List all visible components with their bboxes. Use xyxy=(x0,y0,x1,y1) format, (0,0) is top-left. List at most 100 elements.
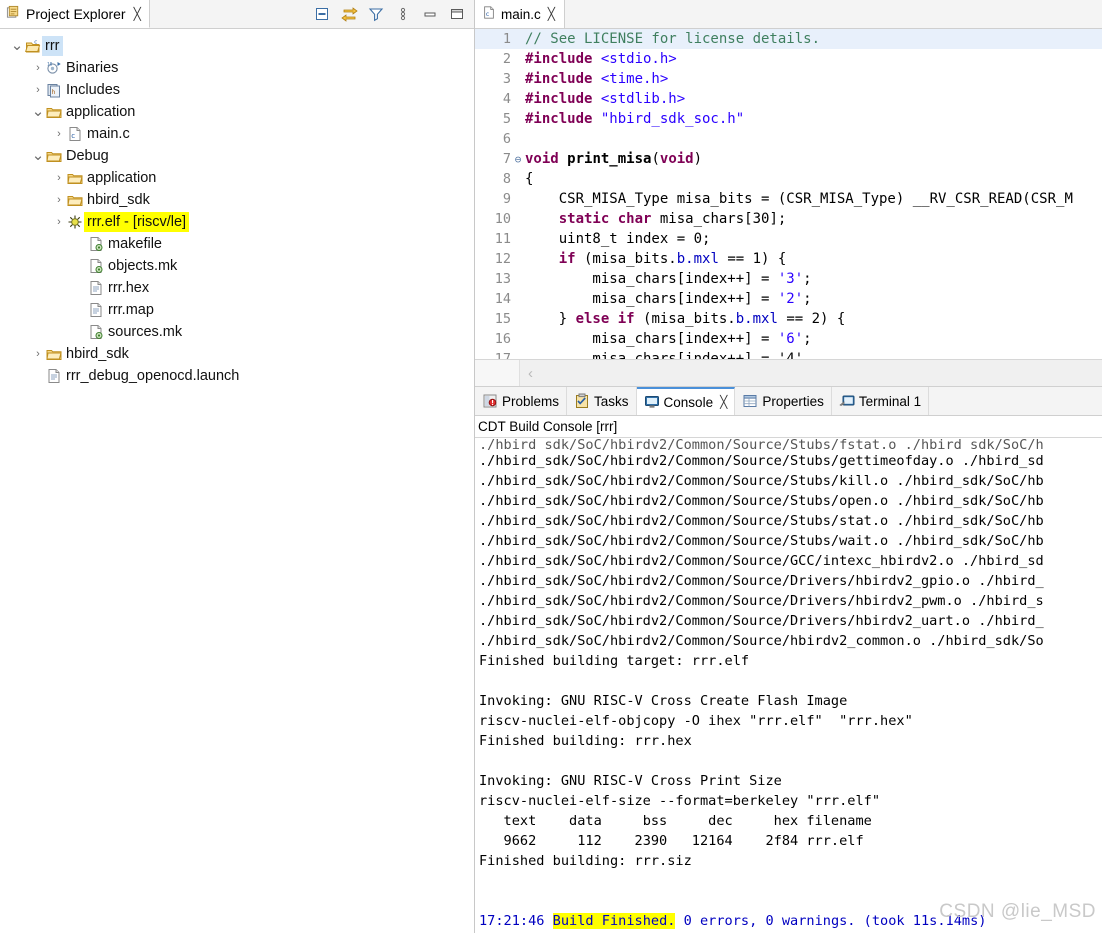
code-line[interactable]: 13 misa_chars[index++] = '3'; xyxy=(475,269,1102,289)
tree-item-application[interactable]: ⌄application xyxy=(0,101,474,123)
file-icon xyxy=(87,280,105,296)
code-text: if (misa_bits.b.mxl == 1) { xyxy=(523,249,786,269)
code-line[interactable]: 15 } else if (misa_bits.b.mxl == 2) { xyxy=(475,309,1102,329)
close-icon[interactable]: ╳ xyxy=(548,7,555,21)
tree-item-makefile[interactable]: makefile xyxy=(0,233,474,255)
scroll-corner xyxy=(475,360,520,386)
code-editor[interactable]: 1// See LICENSE for license details.2#in… xyxy=(475,29,1102,359)
view-menu-icon[interactable] xyxy=(394,5,412,23)
binaries-icon: 10 xyxy=(45,60,63,76)
tree-item-label: objects.mk xyxy=(105,256,180,276)
tree-item-debug[interactable]: ⌄Debug xyxy=(0,145,474,167)
code-line[interactable]: 5#include "hbird_sdk_soc.h" xyxy=(475,109,1102,129)
chevron-down-icon[interactable]: ⌄ xyxy=(10,41,24,51)
code-line[interactable]: 4 #include <stdlib.h> xyxy=(475,89,1102,109)
close-icon[interactable]: ╳ xyxy=(720,395,727,409)
link-with-editor-icon[interactable] xyxy=(340,5,358,23)
console-line: Invoking: GNU RISC-V Cross Create Flash … xyxy=(479,691,1102,711)
chevron-right-icon[interactable]: › xyxy=(52,128,66,140)
code-line[interactable]: 17 misa_chars[index++] = '4' xyxy=(475,349,1102,359)
code-line[interactable]: 11 uint8_t index = 0; xyxy=(475,229,1102,249)
tab-label: Tasks xyxy=(594,394,629,409)
tab-tasks[interactable]: Tasks xyxy=(567,387,637,415)
tree-item-rrr-debug-openocd-launch[interactable]: rrr_debug_openocd.launch xyxy=(0,365,474,387)
tab-problems[interactable]: Problems xyxy=(475,387,567,415)
build-console[interactable]: ./hbird_sdk/SoC/hbirdv2/Common/Source/St… xyxy=(475,438,1102,933)
console-line: Finished building: rrr.hex xyxy=(479,731,1102,751)
close-icon[interactable]: ╳ xyxy=(134,7,141,21)
makefile-icon xyxy=(87,324,105,340)
tree-item-rrr-elf-riscv-le[interactable]: ›rrr.elf - [riscv/le] xyxy=(0,211,474,233)
code-line[interactable]: 14 misa_chars[index++] = '2'; xyxy=(475,289,1102,309)
tree-item-rrr-hex[interactable]: rrr.hex xyxy=(0,277,474,299)
chevron-right-icon[interactable]: › xyxy=(52,194,66,206)
build-finished-line: 17:21:46 Build Finished. 0 errors, 0 war… xyxy=(479,911,1102,931)
tree-item-objects-mk[interactable]: objects.mk xyxy=(0,255,474,277)
tree-item-hbird-sdk[interactable]: ›hbird_sdk xyxy=(0,343,474,365)
tree-item-rrr[interactable]: ⌄crrr xyxy=(0,35,474,57)
code-text: CSR_MISA_Type misa_bits = (CSR_MISA_Type… xyxy=(523,189,1073,209)
minimize-icon[interactable] xyxy=(421,5,439,23)
code-line[interactable]: 2#include <stdio.h> xyxy=(475,49,1102,69)
terminal-icon xyxy=(839,393,855,409)
line-number: 17 xyxy=(475,349,513,359)
filter-icon[interactable] xyxy=(367,5,385,23)
folder-icon xyxy=(45,148,63,164)
c-project-icon: c xyxy=(24,38,42,54)
code-line[interactable]: 8{ xyxy=(475,169,1102,189)
tab-properties[interactable]: Properties xyxy=(735,387,832,415)
tree-item-label: rrr xyxy=(42,36,63,56)
tab-label: Properties xyxy=(762,394,824,409)
tree-item-label: makefile xyxy=(105,234,165,254)
code-text: static char misa_chars[30]; xyxy=(523,209,786,229)
tree-item-binaries[interactable]: ›10Binaries xyxy=(0,57,474,79)
code-text: misa_chars[index++] = '4' xyxy=(523,349,803,359)
line-number: 7 xyxy=(475,149,513,169)
chevron-left-icon[interactable]: ‹ xyxy=(520,365,533,382)
code-line[interactable]: 10 static char misa_chars[30]; xyxy=(475,209,1102,229)
console-line: riscv-nuclei-elf-objcopy -O ihex "rrr.el… xyxy=(479,711,1102,731)
code-text: #include <stdlib.h> xyxy=(523,89,685,109)
fold-collapse-icon[interactable]: ⊖ xyxy=(513,154,523,165)
tree-item-main-c[interactable]: ›cmain.c xyxy=(0,123,474,145)
line-number: 15 xyxy=(475,309,513,329)
tab-main-c[interactable]: c main.c ╳ xyxy=(475,0,565,28)
maximize-icon[interactable] xyxy=(448,5,466,23)
chevron-right-icon[interactable]: › xyxy=(52,172,66,184)
build-duration: (took 11s.14ms) xyxy=(856,913,987,929)
project-explorer-toolbar xyxy=(313,0,474,28)
code-line[interactable]: 1// See LICENSE for license details. xyxy=(475,29,1102,49)
tree-item-rrr-map[interactable]: rrr.map xyxy=(0,299,474,321)
code-line[interactable]: 12 if (misa_bits.b.mxl == 1) { xyxy=(475,249,1102,269)
code-line[interactable]: 16 misa_chars[index++] = '6'; xyxy=(475,329,1102,349)
tree-item-hbird-sdk[interactable]: ›hbird_sdk xyxy=(0,189,474,211)
console-line xyxy=(479,671,1102,691)
tree-item-includes[interactable]: ›hIncludes xyxy=(0,79,474,101)
line-number: 11 xyxy=(475,229,513,249)
chevron-right-icon[interactable]: › xyxy=(31,84,45,96)
tab-console[interactable]: Console╳ xyxy=(637,387,736,415)
tab-project-explorer[interactable]: Project Explorer ╳ xyxy=(0,0,150,28)
tree-item-label: Binaries xyxy=(63,58,121,78)
chevron-right-icon[interactable]: › xyxy=(52,216,66,228)
collapse-all-icon[interactable] xyxy=(313,5,331,23)
chevron-right-icon[interactable]: › xyxy=(31,348,45,360)
tree-item-application[interactable]: ›application xyxy=(0,167,474,189)
project-explorer-icon xyxy=(6,5,21,23)
chevron-down-icon[interactable]: ⌄ xyxy=(31,151,45,161)
chevron-right-icon[interactable]: › xyxy=(31,62,45,74)
code-line[interactable]: 9 CSR_MISA_Type misa_bits = (CSR_MISA_Ty… xyxy=(475,189,1102,209)
line-number: 4 xyxy=(475,89,513,109)
tree-item-sources-mk[interactable]: sources.mk xyxy=(0,321,474,343)
code-line[interactable]: 7⊖void print_misa(void) xyxy=(475,149,1102,169)
bottom-panel-tabbar[interactable]: Problems Tasks Console╳ Properties Terminal … xyxy=(475,387,1102,416)
line-number: 12 xyxy=(475,249,513,269)
tab-terminal-1[interactable]: Terminal 1 xyxy=(832,387,929,415)
project-tree[interactable]: ⌄crrr›10Binaries›hIncludes⌄application›c… xyxy=(0,29,474,387)
editor-horizontal-scrollbar[interactable]: ‹ xyxy=(475,359,1102,387)
console-line: ./hbird_sdk/SoC/hbirdv2/Common/Source/Dr… xyxy=(479,611,1102,631)
code-line[interactable]: 3#include <time.h> xyxy=(475,69,1102,89)
code-line[interactable]: 6 xyxy=(475,129,1102,149)
chevron-down-icon[interactable]: ⌄ xyxy=(31,107,45,117)
console-line: ./hbird_sdk/SoC/hbirdv2/Common/Source/St… xyxy=(479,451,1102,471)
